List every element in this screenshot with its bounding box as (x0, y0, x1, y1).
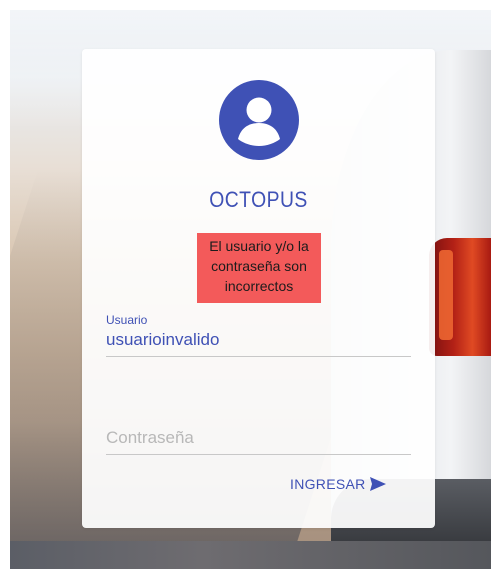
error-message: El usuario y/o la contraseña son incorre… (197, 233, 321, 303)
account-circle-icon (219, 80, 299, 160)
login-button-label: INGRESAR (290, 476, 366, 492)
username-label: Usuario (106, 313, 148, 327)
send-icon (369, 477, 386, 491)
username-field-group: Usuario (106, 313, 411, 357)
login-button[interactable]: INGRESAR (290, 472, 386, 496)
password-label-spacer (106, 411, 411, 426)
app-title: OCTOPUS (209, 187, 308, 212)
username-input[interactable] (106, 328, 411, 357)
password-field-group (106, 411, 411, 455)
password-input[interactable] (106, 426, 411, 455)
login-card: OCTOPUS El usuario y/o la contraseña son… (82, 49, 435, 528)
